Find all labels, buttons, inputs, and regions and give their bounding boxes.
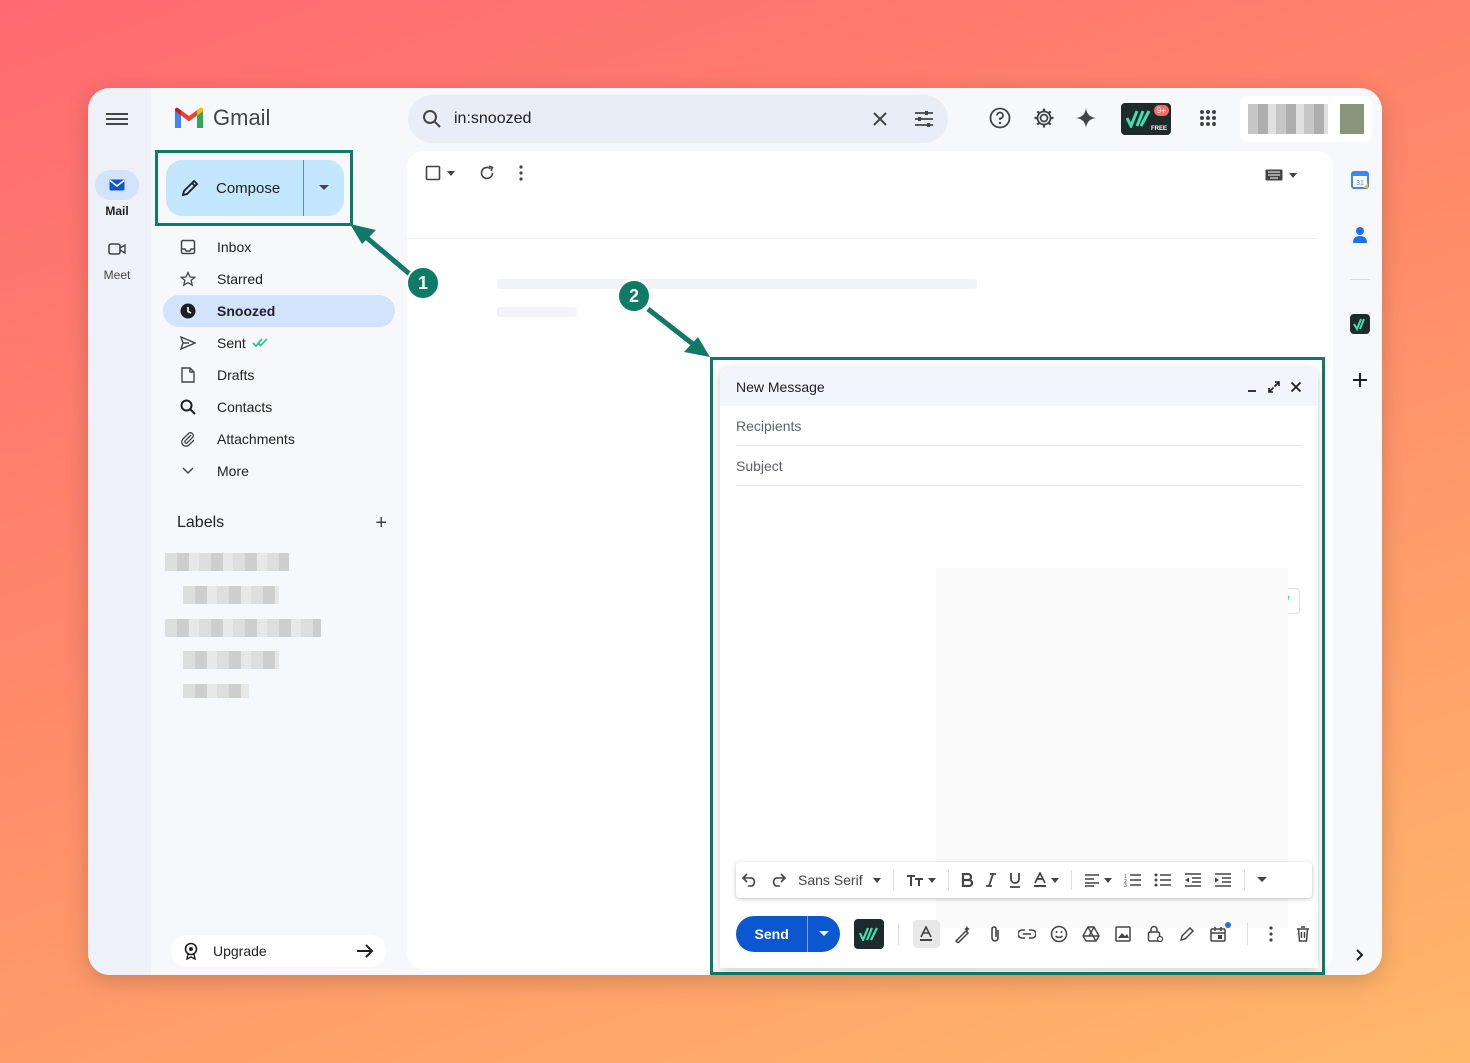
step-marker-1: 1 <box>406 266 440 300</box>
annotation-arrows <box>350 224 710 357</box>
arrow-to-compose <box>358 230 414 278</box>
step-marker-2: 2 <box>617 279 651 313</box>
arrow-to-dialog <box>646 307 700 350</box>
